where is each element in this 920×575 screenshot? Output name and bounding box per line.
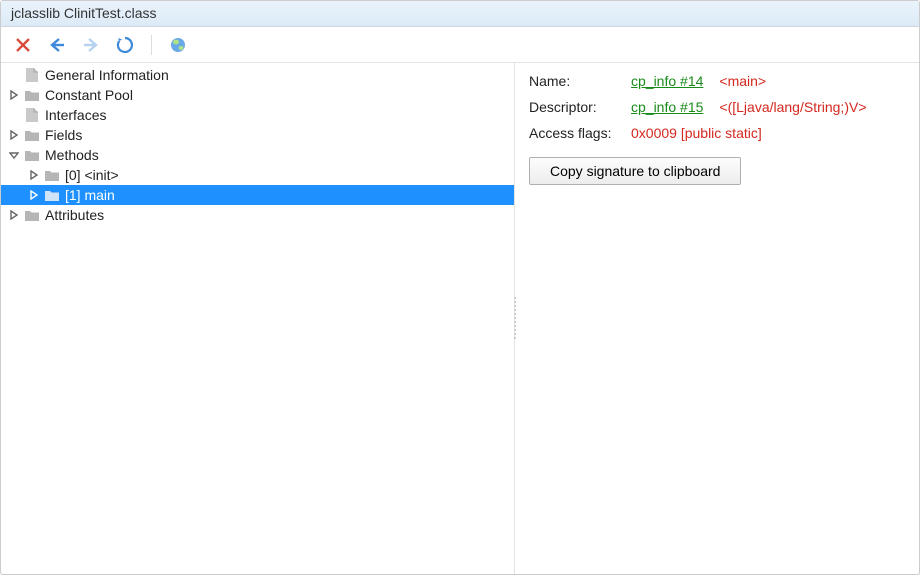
toolbar (1, 27, 919, 63)
expander-icon[interactable] (5, 125, 23, 145)
folder-icon (23, 126, 41, 144)
refresh-icon[interactable] (115, 35, 135, 55)
tree-row[interactable]: [1] main (1, 185, 514, 205)
name-label: Name: (529, 71, 623, 91)
tree-item-label: Interfaces (45, 107, 106, 123)
title-bar: jclasslib ClinitTest.class (1, 1, 919, 27)
folder-icon (43, 186, 61, 204)
folder-icon (23, 86, 41, 104)
tree-item-label: Constant Pool (45, 87, 133, 103)
expander-icon[interactable] (25, 185, 43, 205)
tree-item-label: [0] <init> (65, 167, 119, 183)
tree-item-label: Fields (45, 127, 82, 143)
detail-row-name: Name: cp_info #14 <main> (529, 71, 905, 91)
main-area: General Information Constant Pool Interfac… (1, 63, 919, 574)
tree-row[interactable]: [0] <init> (1, 165, 514, 185)
detail-row-access: Access flags: 0x0009 [public static] (529, 123, 905, 143)
web-icon[interactable] (168, 35, 188, 55)
folder-icon (43, 166, 61, 184)
tree-row[interactable]: Fields (1, 125, 514, 145)
expander-icon[interactable] (5, 85, 23, 105)
folder-icon (23, 206, 41, 224)
expander-icon[interactable] (25, 165, 43, 185)
detail-pane: Name: cp_info #14 <main> Descriptor: cp_… (515, 63, 919, 574)
expander-icon[interactable] (5, 205, 23, 225)
tree-pane[interactable]: General Information Constant Pool Interfac… (1, 63, 515, 574)
window-title: jclasslib ClinitTest.class (11, 5, 156, 21)
tree-row[interactable]: Methods (1, 145, 514, 165)
access-label: Access flags: (529, 123, 623, 143)
toolbar-separator (151, 35, 152, 55)
tree-item-label: General Information (45, 67, 169, 83)
descriptor-link[interactable]: cp_info #15 (631, 97, 703, 117)
copy-signature-button[interactable]: Copy signature to clipboard (529, 157, 741, 185)
tree-row[interactable]: Attributes (1, 205, 514, 225)
file-icon (23, 66, 41, 84)
tree-row[interactable]: General Information (1, 65, 514, 85)
tree-item-label: Attributes (45, 207, 104, 223)
tree-row[interactable]: Interfaces (1, 105, 514, 125)
descriptor-value: <([Ljava/lang/String;)V> (719, 97, 866, 117)
tree-item-label: [1] main (65, 187, 115, 203)
tree-row[interactable]: Constant Pool (1, 85, 514, 105)
folder-icon (23, 146, 41, 164)
access-value: 0x0009 [public static] (631, 123, 762, 143)
name-link[interactable]: cp_info #14 (631, 71, 703, 91)
close-icon[interactable] (13, 35, 33, 55)
forward-icon (81, 35, 101, 55)
expander-icon[interactable] (5, 145, 23, 165)
descriptor-label: Descriptor: (529, 97, 623, 117)
splitter-grip[interactable] (514, 297, 516, 341)
file-icon (23, 106, 41, 124)
name-value: <main> (719, 71, 766, 91)
back-icon[interactable] (47, 35, 67, 55)
detail-row-descriptor: Descriptor: cp_info #15 <([Ljava/lang/St… (529, 97, 905, 117)
tree-item-label: Methods (45, 147, 99, 163)
